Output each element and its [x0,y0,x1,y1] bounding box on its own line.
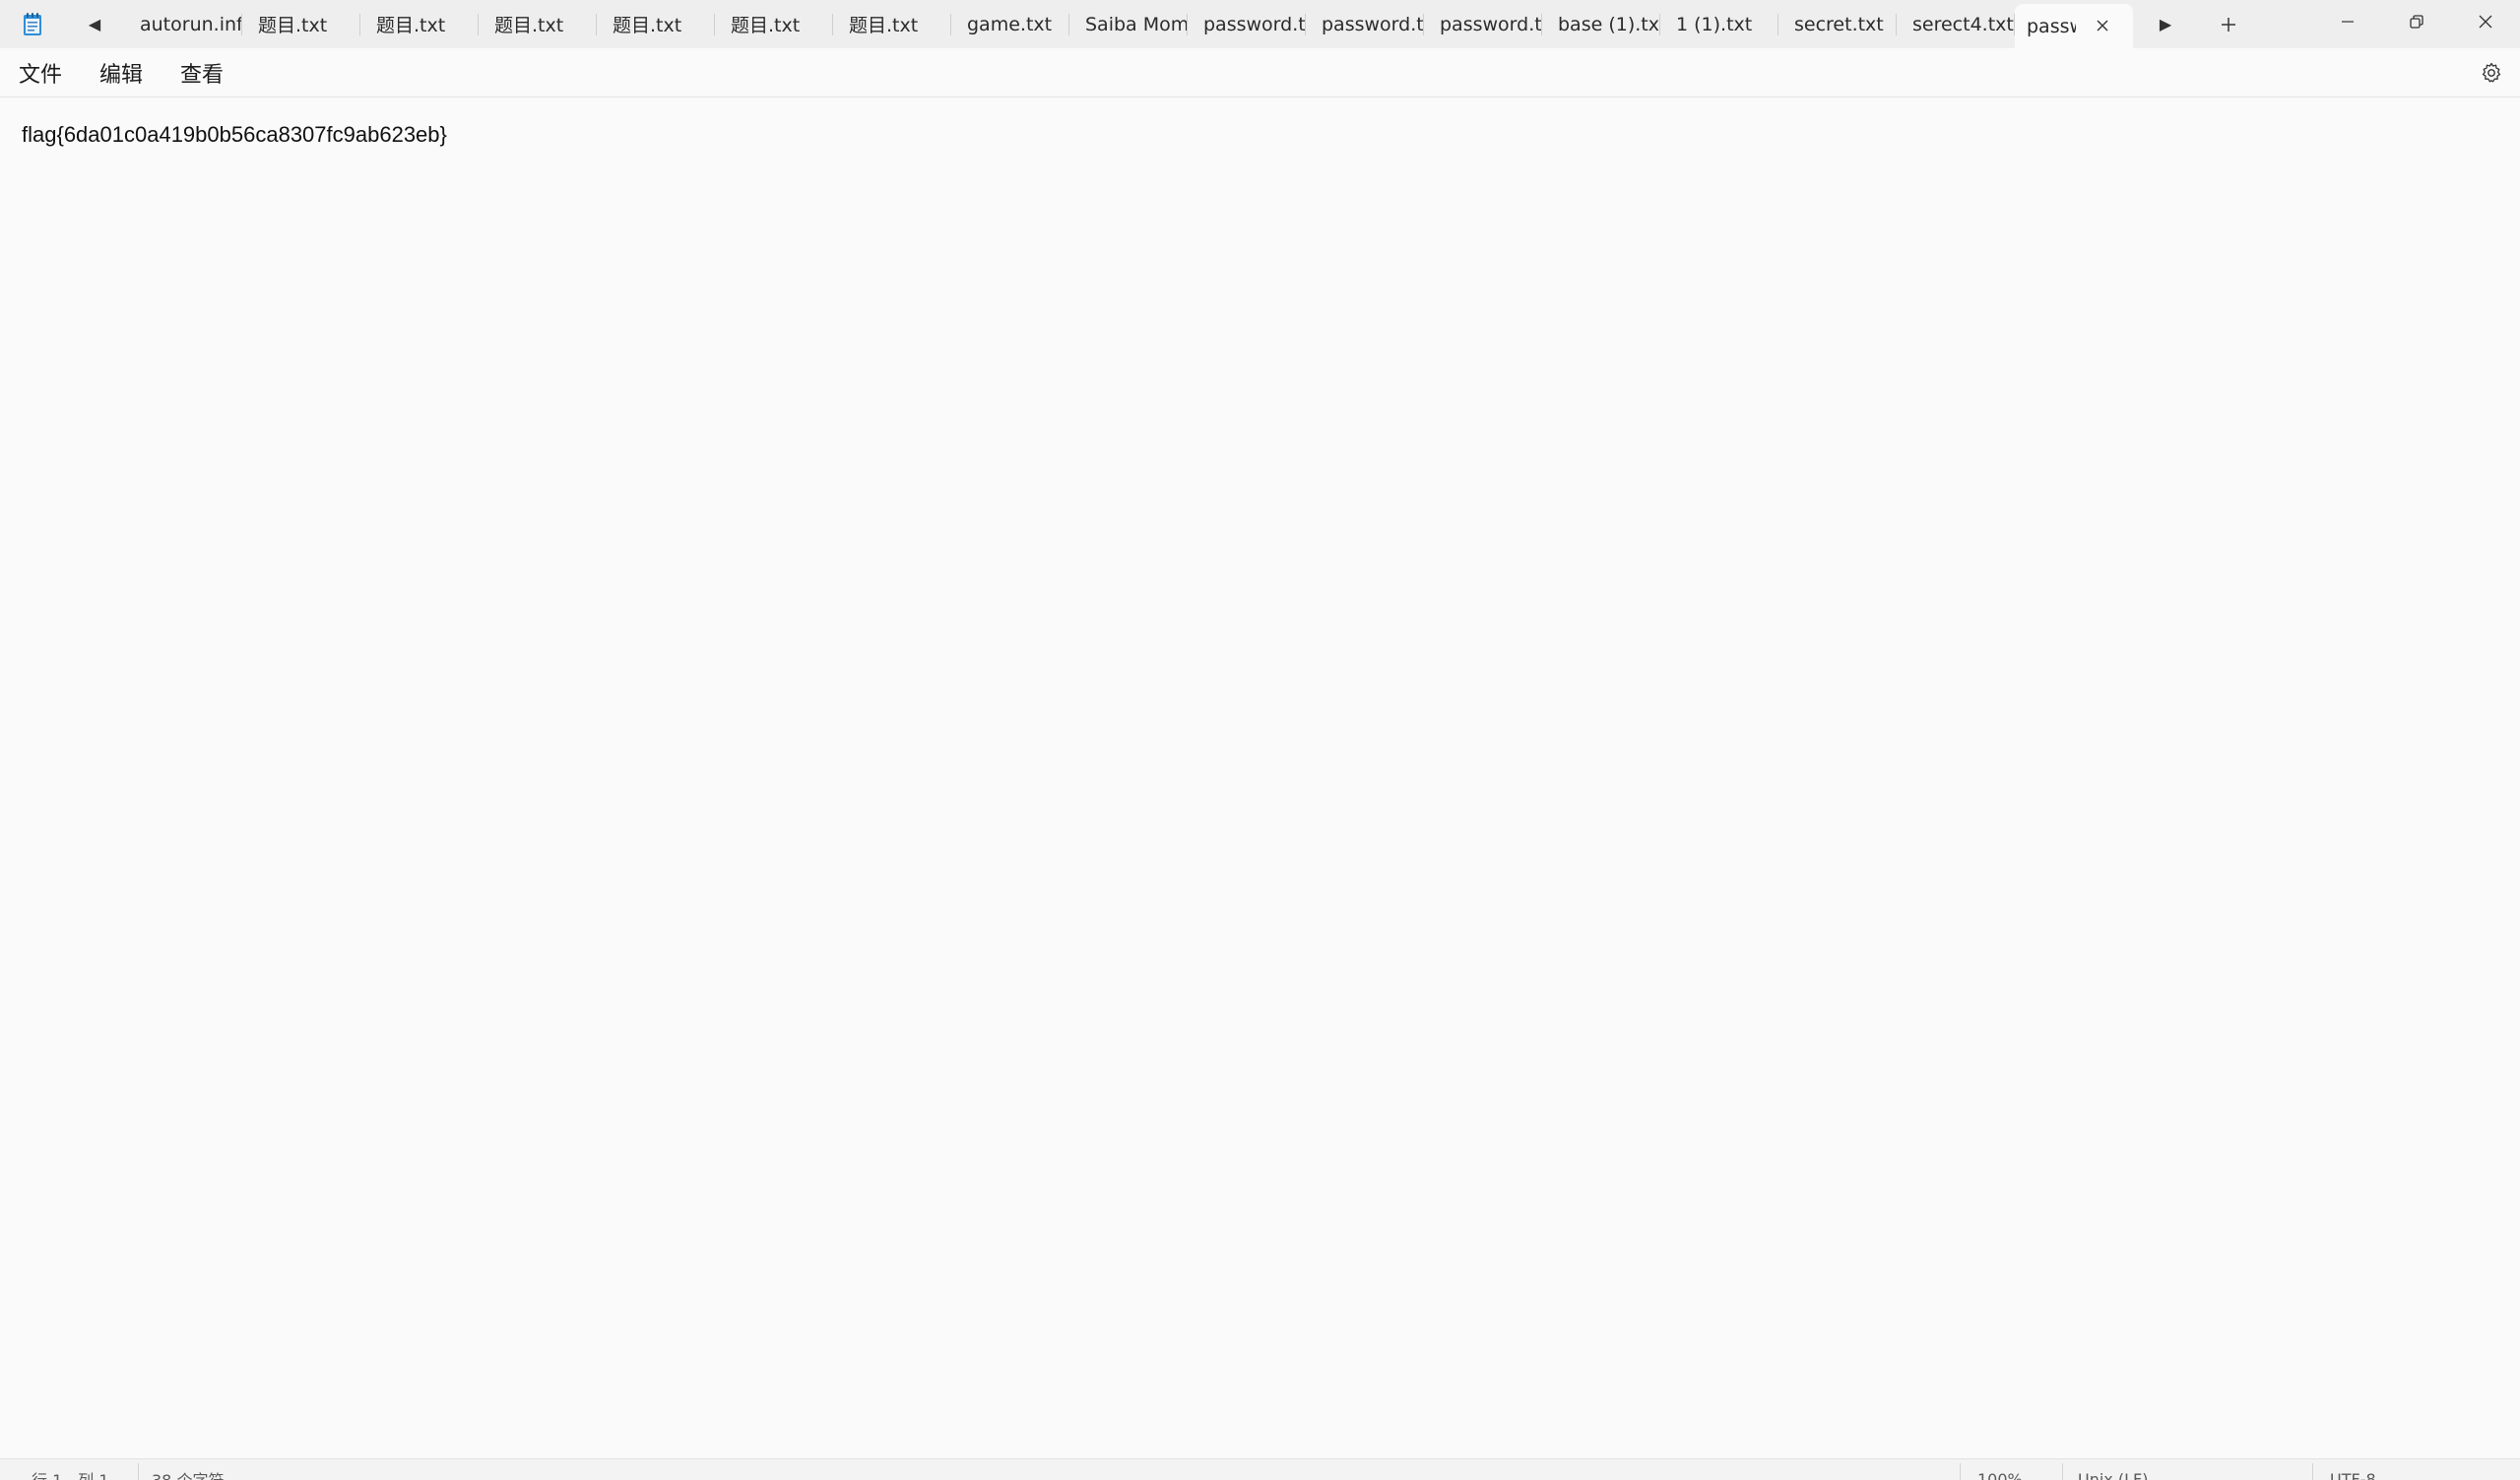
tab-label: password.txt [1203,13,1306,35]
tab[interactable]: serect4.txt [1897,0,2015,48]
tab[interactable]: 题目.txt [360,0,479,48]
status-divider [2062,1463,2063,1480]
tab-label: 题目.txt [849,15,919,36]
tab-label: serect4.txt [1912,13,2014,35]
plus-icon [2222,17,2235,32]
menu-edit[interactable]: 编辑 [81,53,162,93]
tab[interactable]: base (1).txt [1542,0,1660,48]
menu-bar: 文件 编辑 查看 [0,48,2520,97]
scroll-tabs-left-button[interactable]: ◀ [65,0,124,48]
new-tab-button[interactable] [2198,0,2259,48]
close-tab-button[interactable] [2094,17,2111,34]
tab[interactable]: 题目.txt [597,0,715,48]
zoom-level[interactable]: 100% [1977,1469,2023,1480]
notepad-window: ◀ autorun.inf 题目.txt 题目.txt 题目.txt 题目.tx… [0,0,2520,1480]
close-icon [2479,15,2492,29]
tab[interactable]: 题目.txt [715,0,833,48]
tab-label: 题目.txt [376,15,446,36]
status-divider [1960,1463,1961,1480]
close-icon [2097,20,2108,32]
close-window-button[interactable] [2451,0,2520,43]
tab[interactable]: password.txt [1424,0,1542,48]
tab-label: Saiba Momc [1085,13,1188,35]
tab[interactable]: 题目.txt [242,0,360,48]
caret-right-icon: ▶ [2159,15,2172,33]
editor-content[interactable]: flag{6da01c0a419b0b56ca8307fc9ab623eb} [22,120,2498,150]
tab[interactable]: Saiba Momc [1069,0,1188,48]
tab-label: password.txt [1322,13,1424,35]
tab[interactable]: secret.txt [1778,0,1897,48]
tab-label: 1 (1).txt [1676,13,1753,35]
caret-left-icon: ◀ [88,15,101,33]
tab[interactable]: 1 (1).txt [1660,0,1778,48]
scroll-tabs-right-button[interactable]: ▶ [2133,0,2198,48]
cursor-position: 行 1，列 1 [32,1469,109,1480]
menu-file[interactable]: 文件 [0,53,81,93]
tab[interactable]: autorun.inf [124,0,242,48]
status-divider [138,1463,139,1480]
tab[interactable]: game.txt [951,0,1069,48]
tab-label: passw [2027,15,2076,37]
tab-label: 题目.txt [258,15,328,36]
minimize-icon [2342,21,2354,23]
tab[interactable]: 题目.txt [833,0,951,48]
status-divider [2312,1463,2313,1480]
settings-button[interactable] [2477,58,2506,88]
encoding[interactable]: UTF-8 [2330,1469,2376,1480]
tab-label: secret.txt [1794,13,1884,35]
restore-icon [2410,15,2423,29]
tab-label: base (1).txt [1558,13,1660,35]
restore-button[interactable] [2382,0,2451,43]
menu-view[interactable]: 查看 [162,53,242,93]
tab[interactable]: password.txt [1306,0,1424,48]
tab-label: 题目.txt [613,15,682,36]
tab-label: game.txt [967,13,1053,35]
title-bar: ◀ autorun.inf 题目.txt 题目.txt 题目.txt 题目.tx… [0,0,2520,48]
active-tab[interactable]: passw [2015,4,2133,48]
character-count: 38 个字符 [152,1469,224,1480]
tab[interactable]: 题目.txt [479,0,597,48]
notepad-app-icon [0,0,65,48]
tab-label: autorun.inf [140,13,242,35]
tab-label: password.txt [1440,13,1542,35]
tab-strip: autorun.inf 题目.txt 题目.txt 题目.txt 题目.txt … [124,0,2133,48]
tab-label: 题目.txt [731,15,801,36]
tab[interactable]: password.txt [1188,0,1306,48]
line-ending[interactable]: Unix (LF) [2078,1469,2148,1480]
gear-icon [2482,62,2501,83]
minimize-button[interactable] [2313,0,2382,43]
status-bar: 行 1，列 1 38 个字符 100% Unix (LF) UTF-8 [0,1458,2520,1480]
tab-label: 题目.txt [494,15,564,36]
titlebar-drag-area [2259,0,2313,48]
text-editor[interactable]: flag{6da01c0a419b0b56ca8307fc9ab623eb} [0,98,2520,1457]
